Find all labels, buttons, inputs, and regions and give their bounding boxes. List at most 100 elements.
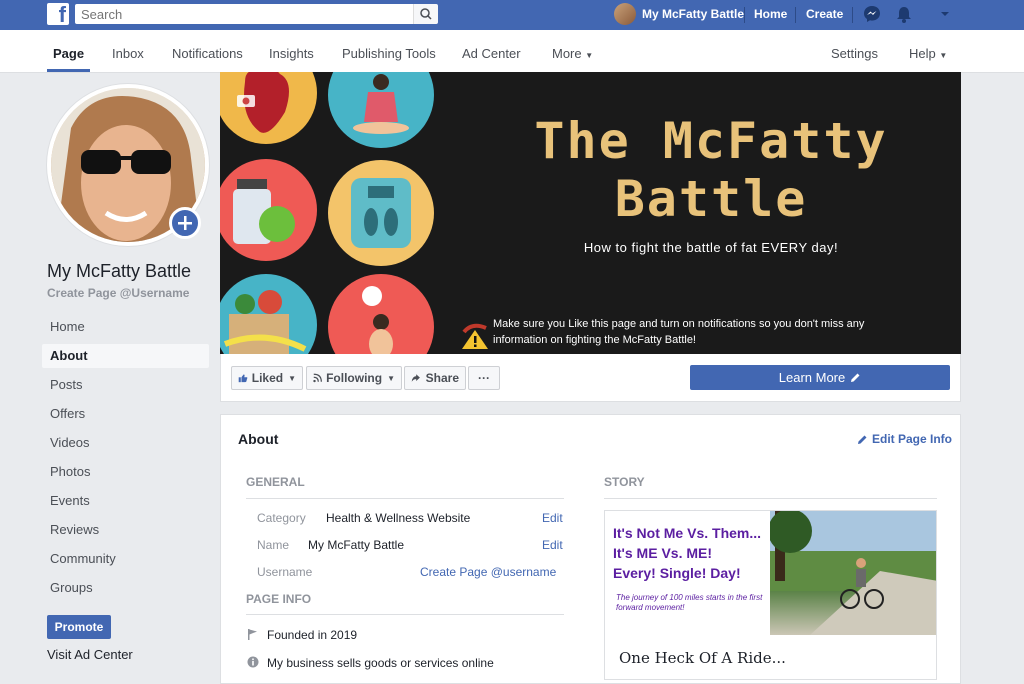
info-icon — [247, 656, 259, 668]
tab-help[interactable]: Help ▼ — [909, 46, 947, 61]
tab-inbox[interactable]: Inbox — [112, 46, 144, 61]
tab-more[interactable]: More ▼ — [552, 46, 593, 61]
following-button[interactable]: Following ▼ — [306, 366, 402, 390]
yoga-illustration — [328, 72, 434, 148]
sidebar-item-events[interactable]: Events — [42, 489, 209, 513]
divider — [795, 7, 796, 23]
warning-icon — [462, 323, 488, 349]
sidebar-item-videos[interactable]: Videos — [42, 431, 209, 455]
story-caption: One Heck Of A Ride... — [619, 649, 786, 667]
scale-illustration — [328, 160, 434, 266]
profile-chip[interactable]: My McFatty Battle — [614, 3, 744, 25]
visit-ad-center-link[interactable]: Visit Ad Center — [47, 647, 133, 662]
liked-label: Liked — [251, 371, 284, 385]
liked-button[interactable]: Liked ▼ — [231, 366, 303, 390]
page-info-heading: PAGE INFO — [246, 592, 312, 606]
sidebar-item-offers[interactable]: Offers — [42, 402, 209, 426]
share-button[interactable]: Share — [404, 366, 466, 390]
tab-settings[interactable]: Settings — [831, 46, 878, 61]
tab-publishing-tools[interactable]: Publishing Tools — [342, 46, 436, 61]
heart-illustration — [220, 72, 317, 144]
about-title: About — [238, 431, 279, 447]
avatar — [614, 3, 636, 25]
category-label: Category — [257, 511, 306, 525]
sidebar-item-groups[interactable]: Groups — [42, 576, 209, 600]
active-tab-indicator — [47, 69, 90, 72]
thinking-person-illustration — [328, 274, 434, 354]
facebook-logo[interactable]: f — [47, 2, 69, 27]
founded-text: Founded in 2019 — [267, 628, 358, 642]
sidebar-item-reviews[interactable]: Reviews — [42, 518, 209, 542]
pencil-icon — [851, 373, 860, 382]
category-value: Health & Wellness Website — [326, 511, 471, 525]
bike-rider-photo — [768, 511, 936, 635]
supplement-illustration — [220, 159, 317, 261]
edit-page-info-label: Edit Page Info — [872, 432, 953, 446]
caret-down-icon: ▼ — [585, 51, 594, 60]
cover-subtitle: How to fight the battle of fat EVERY day… — [583, 240, 839, 255]
tab-insights[interactable]: Insights — [269, 46, 314, 61]
name-label: Name — [257, 538, 290, 552]
messenger-icon[interactable] — [862, 4, 882, 24]
sidebar-item-about[interactable]: About — [42, 344, 209, 368]
home-link[interactable]: Home — [754, 7, 787, 21]
edit-name-link[interactable]: Edit — [542, 538, 563, 552]
flag-icon — [248, 629, 257, 640]
caret-down-icon: ▼ — [387, 373, 395, 383]
top-navigation-bar: f My McFatty Battle Home Create — [0, 0, 1024, 30]
caret-down-icon: ▼ — [939, 51, 948, 60]
promote-button[interactable]: Promote — [47, 615, 111, 639]
divider — [852, 7, 853, 23]
username-label: Username — [257, 565, 313, 579]
search-button[interactable] — [413, 4, 438, 24]
sidebar-item-home[interactable]: Home — [42, 315, 209, 339]
bell-icon[interactable] — [894, 4, 914, 24]
following-label: Following — [326, 371, 383, 385]
add-photo-button[interactable] — [169, 207, 201, 239]
camera-icon[interactable] — [236, 92, 256, 108]
search-icon — [420, 8, 432, 20]
pencil-icon — [858, 435, 867, 444]
profile-name: My McFatty Battle — [642, 7, 745, 21]
story-heading: STORY — [604, 475, 645, 489]
rss-icon — [313, 373, 322, 383]
groceries-illustration — [220, 274, 317, 354]
learn-more-label: Learn More — [778, 370, 846, 385]
cover-title: The McFatty Battle — [534, 112, 888, 228]
more-options-button[interactable]: ··· — [468, 366, 500, 390]
create-link[interactable]: Create — [806, 7, 843, 21]
divider — [246, 614, 564, 615]
story-quote: The journey of 100 miles starts in the f… — [616, 593, 763, 612]
sidebar-item-photos[interactable]: Photos — [42, 460, 209, 484]
sidebar-item-community[interactable]: Community — [42, 547, 209, 571]
story-headline: It's Not Me Vs. Them... It's ME Vs. ME! … — [613, 525, 762, 581]
share-icon — [411, 374, 420, 382]
create-page-username-link[interactable]: Create Page @username — [420, 565, 556, 579]
share-label: Share — [425, 371, 459, 385]
edit-page-info-link[interactable]: Edit Page Info — [857, 432, 952, 446]
plus-icon — [178, 216, 192, 230]
caret-down-icon: ▼ — [288, 373, 296, 383]
create-username-link[interactable]: Create Page @Username — [47, 286, 189, 300]
story-card[interactable]: It's Not Me Vs. Them... It's ME Vs. ME! … — [604, 510, 937, 680]
more-dots: ··· — [478, 371, 490, 385]
cover-note: Make sure you Like this page and turn on… — [493, 318, 865, 346]
thumbs-up-icon — [238, 374, 248, 383]
sidebar-item-posts[interactable]: Posts — [42, 373, 209, 397]
learn-more-button[interactable]: Learn More — [690, 365, 950, 390]
page-name: My McFatty Battle — [47, 261, 192, 281]
name-value: My McFatty Battle — [308, 538, 405, 552]
tab-page[interactable]: Page — [53, 46, 84, 61]
tab-notifications[interactable]: Notifications — [172, 46, 243, 61]
divider — [246, 498, 564, 499]
chevron-down-icon[interactable] — [935, 4, 955, 24]
business-text: My business sells goods or services onli… — [267, 656, 494, 670]
story-photo — [768, 511, 936, 635]
cover-photo[interactable]: The McFatty Battle How to fight the battl… — [220, 72, 961, 354]
about-panel: About Edit Page Info GENERAL Category He… — [220, 414, 961, 684]
divider — [744, 7, 745, 23]
tab-ad-center[interactable]: Ad Center — [462, 46, 521, 61]
general-heading: GENERAL — [246, 475, 305, 489]
search-input[interactable] — [75, 4, 437, 24]
edit-category-link[interactable]: Edit — [542, 511, 563, 525]
